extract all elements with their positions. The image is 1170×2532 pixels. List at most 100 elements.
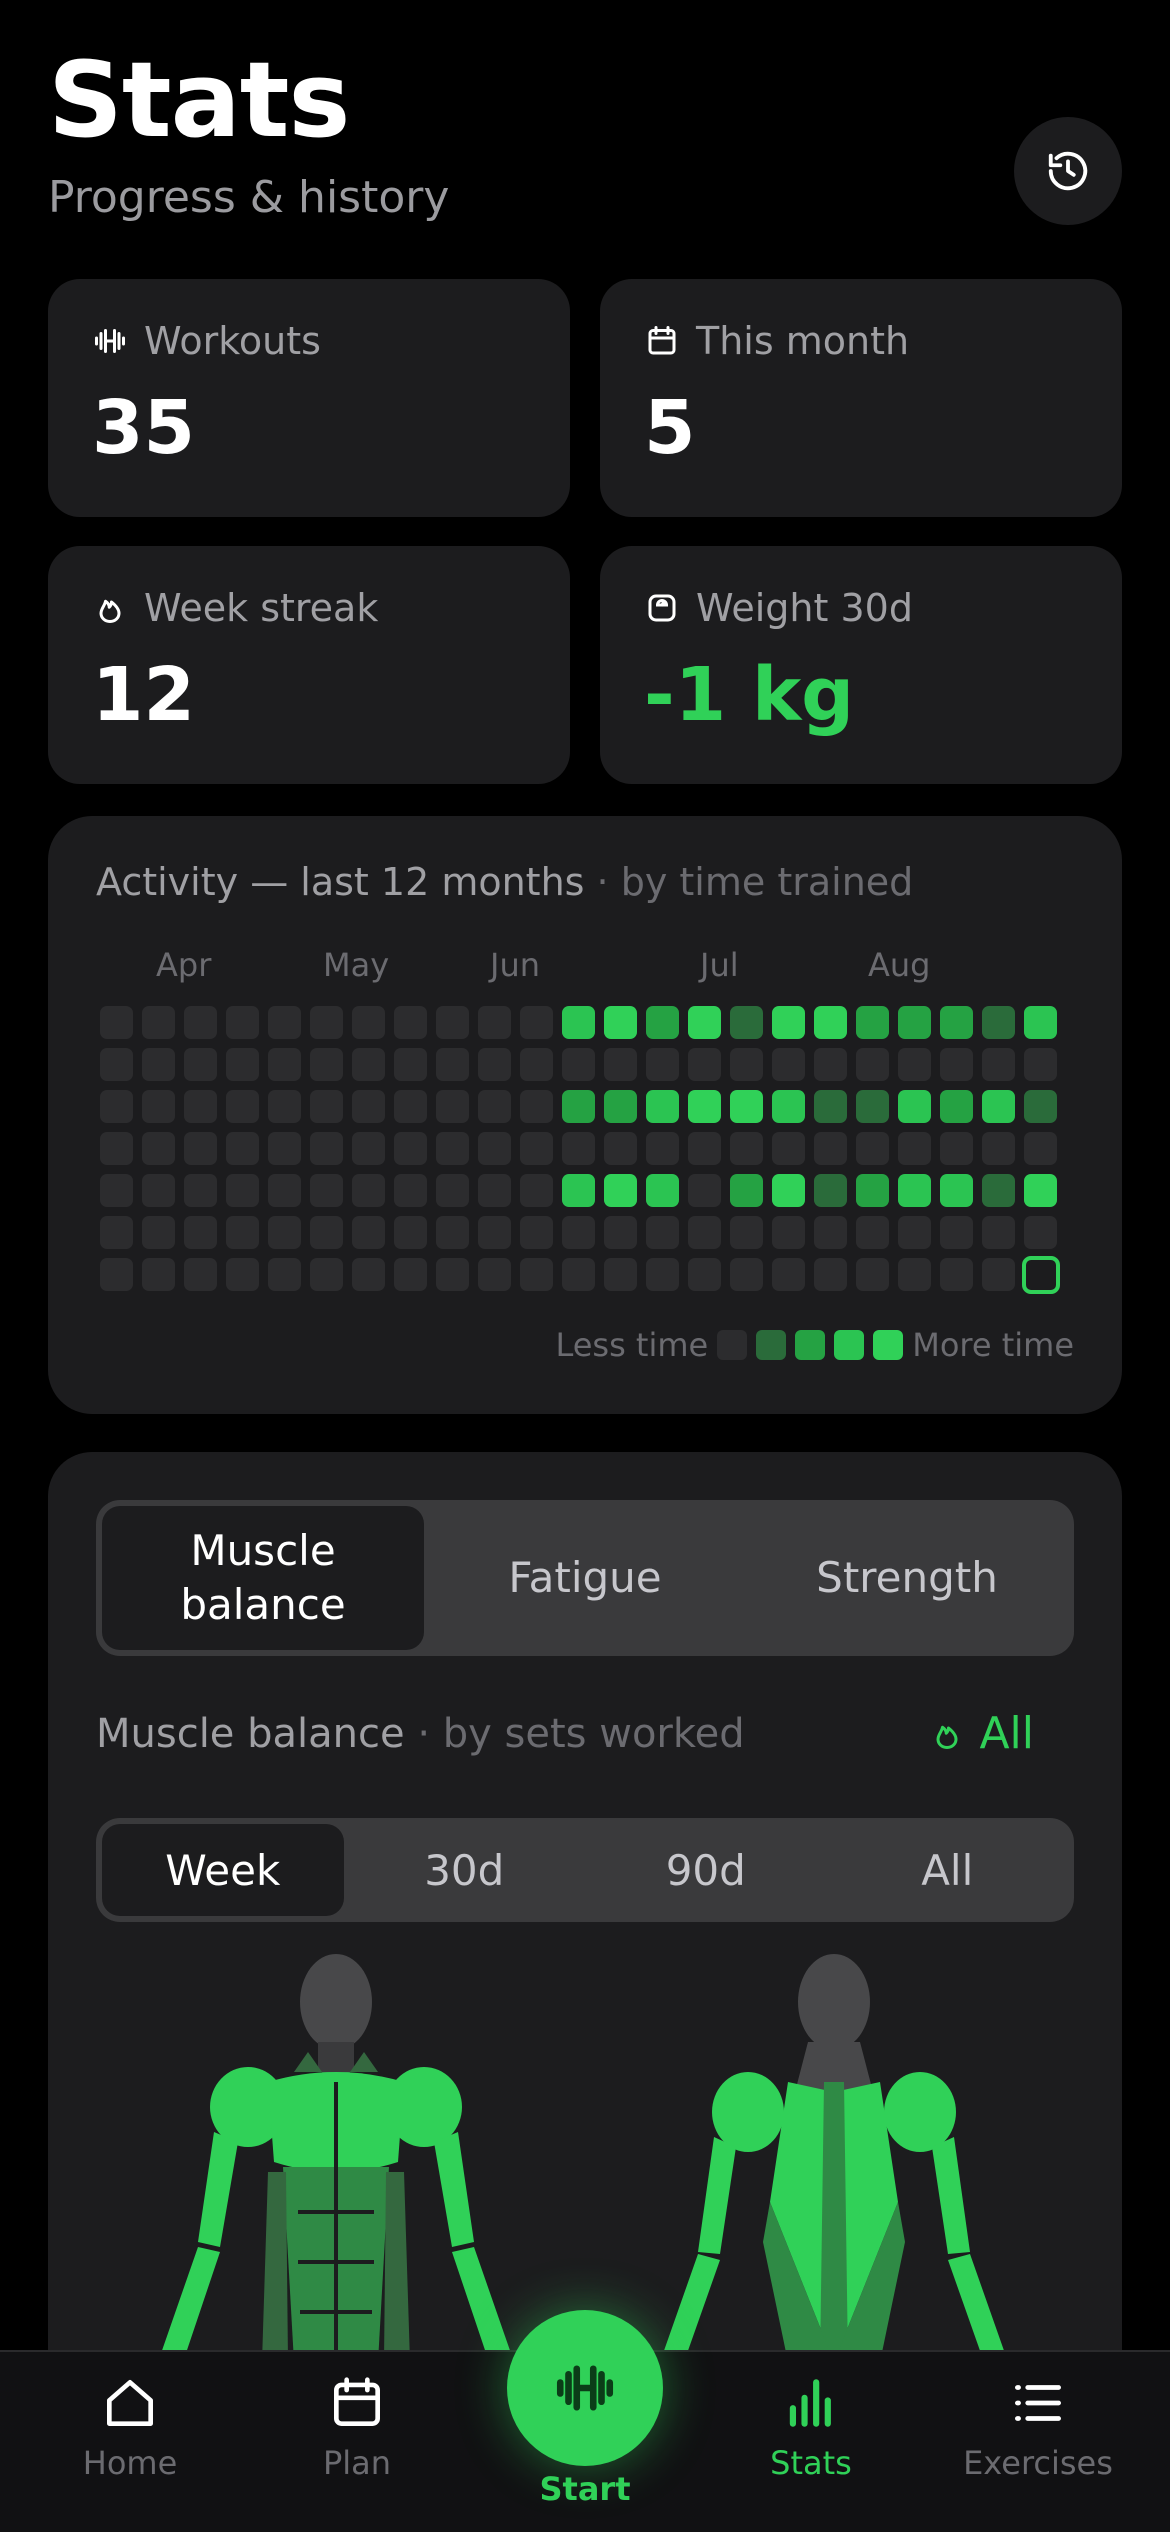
heatmap-cell [1024, 1006, 1057, 1039]
heatmap-cell [1024, 1132, 1057, 1165]
heatmap-cell [604, 1216, 637, 1249]
heatmap-cell [814, 1006, 847, 1039]
home-icon [107, 2380, 153, 2426]
range-30d[interactable]: 30d [344, 1824, 586, 1916]
heatmap-cell [898, 1132, 931, 1165]
heatmap-cell [184, 1258, 217, 1291]
activity-title-text: Activity — last 12 months [96, 860, 585, 904]
tab-strength[interactable]: Strength [746, 1506, 1068, 1650]
tricep-right [932, 2137, 970, 2254]
tricep-left [698, 2137, 736, 2254]
heatmap-cell [310, 1048, 343, 1081]
heatmap-cell [436, 1006, 469, 1039]
heatmap-cell [646, 1174, 679, 1207]
heatmap-cell [352, 1006, 385, 1039]
heatmap-cell [814, 1258, 847, 1291]
heatmap-cell [940, 1216, 973, 1249]
heatmap-cell [394, 1216, 427, 1249]
heatmap-cell [268, 1048, 301, 1081]
range-week[interactable]: Week [102, 1824, 344, 1916]
heatmap-cell [142, 1048, 175, 1081]
heatmap-cell [688, 1258, 721, 1291]
heatmap-cell [478, 1132, 511, 1165]
list-icon [1015, 2385, 1061, 2421]
legend-swatch [756, 1330, 787, 1360]
tab-fatigue[interactable]: Fatigue [424, 1506, 746, 1650]
tab-label: Home [82, 2444, 178, 2482]
heatmap-cell [730, 1216, 763, 1249]
legend-less-label: Less time [555, 1326, 709, 1364]
month-label: Jun [490, 946, 540, 984]
heatmap-cell [562, 1048, 595, 1081]
tab-home[interactable]: Home [30, 2372, 230, 2482]
header: Stats Progress & history [48, 40, 449, 223]
stat-card-workouts[interactable]: Workouts 35 [48, 279, 570, 517]
activity-subtitle: · by time trained [596, 860, 914, 904]
muscle-filter-label: All [979, 1708, 1034, 1759]
heatmap-cell [352, 1090, 385, 1123]
heatmap-cell [310, 1090, 343, 1123]
start-label: Start [539, 2470, 631, 2508]
stat-card-week-streak[interactable]: Week streak 12 [48, 546, 570, 784]
heatmap-cell [436, 1258, 469, 1291]
heatmap-cell [814, 1048, 847, 1081]
heatmap-cell [268, 1006, 301, 1039]
page-subtitle: Progress & history [48, 172, 450, 223]
stat-card-this-month[interactable]: This month 5 [600, 279, 1122, 517]
heatmap-cell [436, 1174, 469, 1207]
flame-icon [936, 1725, 958, 1749]
bicep-left [198, 2132, 238, 2247]
heatmap-cell [268, 1216, 301, 1249]
heatmap-cell [436, 1090, 469, 1123]
heatmap-cell [856, 1174, 889, 1207]
heatmap-cell [520, 1132, 553, 1165]
month-label: Aug [868, 946, 931, 984]
legend-swatch [834, 1330, 865, 1360]
heatmap-cell [814, 1216, 847, 1249]
heatmap-cell [226, 1174, 259, 1207]
stat-card-weight[interactable]: Weight 30d -1 kg [600, 546, 1122, 784]
heatmap-cell [310, 1216, 343, 1249]
legend-swatch [717, 1330, 748, 1360]
heatmap-cell [142, 1132, 175, 1165]
forearm-left [158, 2247, 220, 2362]
heatmap-cell [310, 1258, 343, 1291]
heatmap-cell [100, 1258, 133, 1291]
heatmap-cell [394, 1006, 427, 1039]
rear-delt-right [884, 2072, 956, 2152]
range-90d[interactable]: 90d [585, 1824, 827, 1916]
heatmap-cell [940, 1174, 973, 1207]
heatmap-cell [352, 1258, 385, 1291]
heatmap-cell [100, 1216, 133, 1249]
heatmap-cell [772, 1174, 805, 1207]
heatmap-cell [856, 1132, 889, 1165]
range-all[interactable]: All [827, 1824, 1069, 1916]
tab-stats[interactable]: Stats [711, 2372, 911, 2482]
heatmap-cell [310, 1174, 343, 1207]
heatmap-cell [226, 1258, 259, 1291]
tab-plan[interactable]: Plan [257, 2372, 457, 2482]
history-button[interactable] [1014, 117, 1122, 225]
legend-swatch [873, 1330, 904, 1360]
heatmap-cell [100, 1174, 133, 1207]
heatmap-cell [898, 1006, 931, 1039]
heatmap-cell [142, 1006, 175, 1039]
legend-swatch [795, 1330, 826, 1360]
tab-exercises[interactable]: Exercises [938, 2372, 1138, 2482]
heatmap-cell [1024, 1216, 1057, 1249]
tab-muscle-balance[interactable]: Muscle balance [102, 1506, 424, 1650]
heatmap-cell [142, 1174, 175, 1207]
heatmap-cell [268, 1174, 301, 1207]
heatmap-cell [898, 1174, 931, 1207]
body-front [158, 1954, 514, 2362]
start-workout-button[interactable] [507, 2310, 663, 2466]
heatmap-cell [352, 1216, 385, 1249]
muscle-filter-button[interactable]: All [929, 1708, 1034, 1759]
heatmap-cell [856, 1258, 889, 1291]
heatmap-cell [352, 1174, 385, 1207]
heatmap-cell [142, 1090, 175, 1123]
bicep-right [434, 2132, 474, 2247]
month-label: May [323, 946, 390, 984]
heatmap-cell [1024, 1090, 1057, 1123]
body-back [660, 1954, 1008, 2362]
